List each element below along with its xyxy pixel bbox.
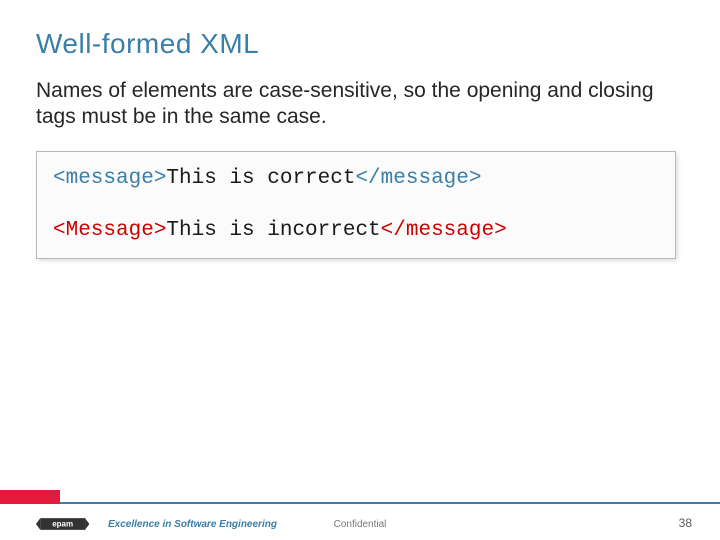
- page-number: 38: [679, 516, 692, 530]
- xml-close-tag: </message>: [355, 167, 481, 190]
- xml-open-tag: <message>: [53, 167, 166, 190]
- slide: Well-formed XML Names of elements are ca…: [0, 0, 720, 540]
- footer-accent-bar: [0, 490, 60, 504]
- xml-close-tag: </message>: [381, 219, 507, 242]
- xml-open-tag: <Message>: [53, 219, 166, 242]
- slide-body-text: Names of elements are case-sensitive, so…: [36, 78, 676, 131]
- code-example-box: <message>This is correct</message> <Mess…: [36, 151, 676, 260]
- xml-text: This is correct: [166, 167, 355, 190]
- code-blank-line: [53, 192, 659, 218]
- slide-title: Well-formed XML: [36, 28, 684, 60]
- xml-text: This is incorrect: [166, 219, 380, 242]
- footer-confidential: Confidential: [0, 519, 720, 530]
- code-line-incorrect: <Message>This is incorrect</message>: [53, 218, 659, 244]
- slide-footer: epam Excellence in Software Engineering …: [0, 486, 720, 540]
- footer-divider: [0, 502, 720, 504]
- code-line-correct: <message>This is correct</message>: [53, 166, 659, 192]
